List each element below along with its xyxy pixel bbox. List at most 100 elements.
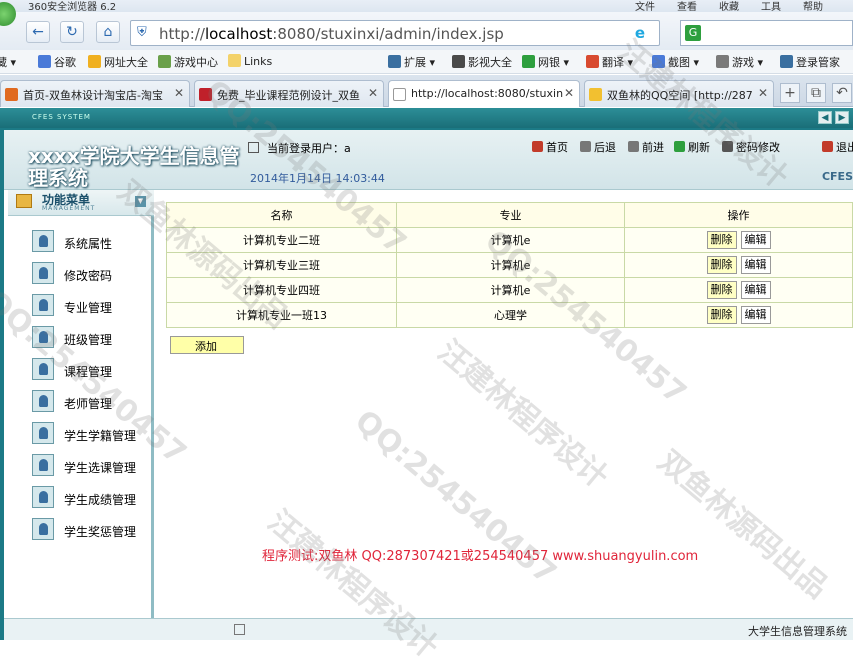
scroll-right-icon[interactable]: ▶ [835,111,849,124]
refresh-icon [674,141,685,152]
ie-mode-icon[interactable]: e [635,24,645,42]
user-card-icon [32,486,54,508]
bookmark-item[interactable]: 游戏 ▾ [716,54,763,70]
user-card-icon [32,294,54,316]
table-row: 计算机专业二班 计算机e 删除 编辑 [166,227,853,253]
sidebar-item-teacher[interactable]: 老师管理 [32,390,152,414]
sidebar-item-grades[interactable]: 学生成绩管理 [32,486,152,510]
bookmark-item[interactable]: Links [228,54,272,68]
back-arrow-icon[interactable]: ← [26,21,50,43]
delete-button[interactable]: 删除 [706,256,737,274]
search-engine-icon[interactable]: G [685,25,701,41]
tab-favicon [589,88,602,101]
sidebar-item-system-properties[interactable]: 系统属性 [32,230,152,254]
browser-navbar: ← ↻ ⌂ ⛨ http://localhost:8080/stuxinxi/a… [0,2,853,50]
app-banner: xxxx学院大学生信息管理系统 当前登录用户：a 2014年1月14日 14:0… [4,130,853,190]
sidebar-item-course[interactable]: 课程管理 [32,358,152,382]
browser-tab-active[interactable]: http://localhost:8080/stuxin ✕ [388,80,580,107]
close-icon[interactable]: ✕ [564,86,574,100]
logout-link[interactable]: 退出 [822,139,853,155]
user-card-icon [32,262,54,284]
edit-button[interactable]: 编辑 [740,281,771,299]
cell-name: 计算机专业三班 [166,252,397,278]
edit-button[interactable]: 编辑 [740,256,771,274]
user-card-icon [32,358,54,380]
refresh-link[interactable]: 刷新 [674,139,710,155]
add-button[interactable]: 添加 [170,336,244,354]
sidebar-item-rewards[interactable]: 学生奖惩管理 [32,518,152,542]
bookmark-item[interactable]: 藏 ▾ [0,54,16,70]
home-icon[interactable]: ⌂ [96,21,120,43]
folder-icon [228,54,241,67]
status-bar: 大学生信息管理系统 [4,618,853,640]
bookmark-item[interactable]: 游戏中心 [158,54,218,70]
logout-icon [822,141,833,152]
close-icon[interactable]: ✕ [758,86,768,100]
key-icon [780,55,793,68]
cell-actions: 删除 编辑 [624,302,853,328]
brand-label: CFES [821,170,853,183]
bookmark-item[interactable]: 谷歌 [38,54,76,70]
back-link[interactable]: 后退 [580,139,616,155]
user-icon [248,142,259,153]
current-user: 当前登录用户：a [248,140,351,156]
bookmark-item[interactable]: 截图 ▾ [652,54,699,70]
screenshot-icon [652,55,665,68]
cell-actions: 删除 编辑 [624,252,853,278]
table-row: 计算机专业一班13 心理学 删除 编辑 [166,302,853,328]
close-icon[interactable]: ✕ [174,86,184,100]
change-password-link[interactable]: 密码修改 [722,139,780,155]
user-card-icon [32,326,54,348]
bookmark-item[interactable]: 网银 ▾ [522,54,569,70]
browser-tab[interactable]: 免费_毕业课程范例设计_双鱼 ✕ [194,80,384,107]
shield-icon: ⛨ [137,25,147,40]
edit-button[interactable]: 编辑 [740,231,771,249]
table-header-row: 名称 专业 操作 [166,202,853,228]
refresh-icon[interactable]: ↻ [60,21,84,43]
tab-favicon [393,88,406,101]
table-row: 计算机专业四班 计算机e 删除 编辑 [166,277,853,303]
gamepad-icon [716,55,729,68]
forward-link[interactable]: 前进 [628,139,664,155]
bookmark-item[interactable]: 网址大全 [88,54,148,70]
browser-tab[interactable]: 双鱼林的QQ空间 [http://287 ✕ [584,80,774,107]
scroll-left-icon[interactable]: ◀ [818,111,832,124]
bookmark-item[interactable]: 登录管家 [780,54,840,70]
address-bar[interactable]: ⛨ http://localhost:8080/stuxinxi/admin/i… [130,20,660,46]
user-card-icon [32,454,54,476]
sidebar-item-class[interactable]: 班级管理 [32,326,152,350]
cell-major: 心理学 [396,302,625,328]
browser-tab[interactable]: 首页-双鱼林设计淘宝店-淘宝 ✕ [0,80,190,107]
credit-text: 程序测试:双鱼林 QQ:287307421或254540457 www.shua… [262,549,699,564]
undo-close-icon[interactable]: ↶ [832,83,852,103]
search-box[interactable]: G [680,20,853,46]
folder-icon [16,194,32,208]
key-icon [722,141,733,152]
new-tab-icon[interactable]: + [780,83,800,103]
edit-button[interactable]: 编辑 [740,306,771,324]
user-card-icon [32,422,54,444]
cell-major: 计算机e [396,277,625,303]
delete-button[interactable]: 删除 [706,306,737,324]
table-row: 计算机专业三班 计算机e 删除 编辑 [166,252,853,278]
sidebar-item-major[interactable]: 专业管理 [32,294,152,318]
bookmark-item[interactable]: 翻译 ▾ [586,54,633,70]
sidebar-item-change-password[interactable]: 修改密码 [32,262,152,286]
tab-favicon [199,88,212,101]
address-url[interactable]: http://localhost:8080/stuxinxi/admin/ind… [159,25,504,43]
sidebar-item-course-selection[interactable]: 学生选课管理 [32,454,152,478]
close-icon[interactable]: ✕ [368,86,378,100]
sidebar-item-student-records[interactable]: 学生学籍管理 [32,422,152,446]
collapse-icon[interactable]: ▼ [135,196,146,207]
bookmark-item[interactable]: 影视大全 [452,54,512,70]
delete-button[interactable]: 删除 [706,281,737,299]
extension-icon [388,55,401,68]
delete-button[interactable]: 删除 [706,231,737,249]
tab-list-icon[interactable]: ⧉ [806,83,826,103]
cell-actions: 删除 编辑 [624,227,853,253]
bookmark-item[interactable]: 扩展 ▾ [388,54,435,70]
sidebar-header: 功能菜单 MANAGEMENT ▼ [8,190,154,216]
header-tag: CFES SYSTEM [32,113,91,121]
home-link[interactable]: 首页 [532,139,568,155]
main-content: 名称 专业 操作 计算机专业二班 计算机e 删除 编辑 计算机专业三班 计算机e … [166,192,853,640]
